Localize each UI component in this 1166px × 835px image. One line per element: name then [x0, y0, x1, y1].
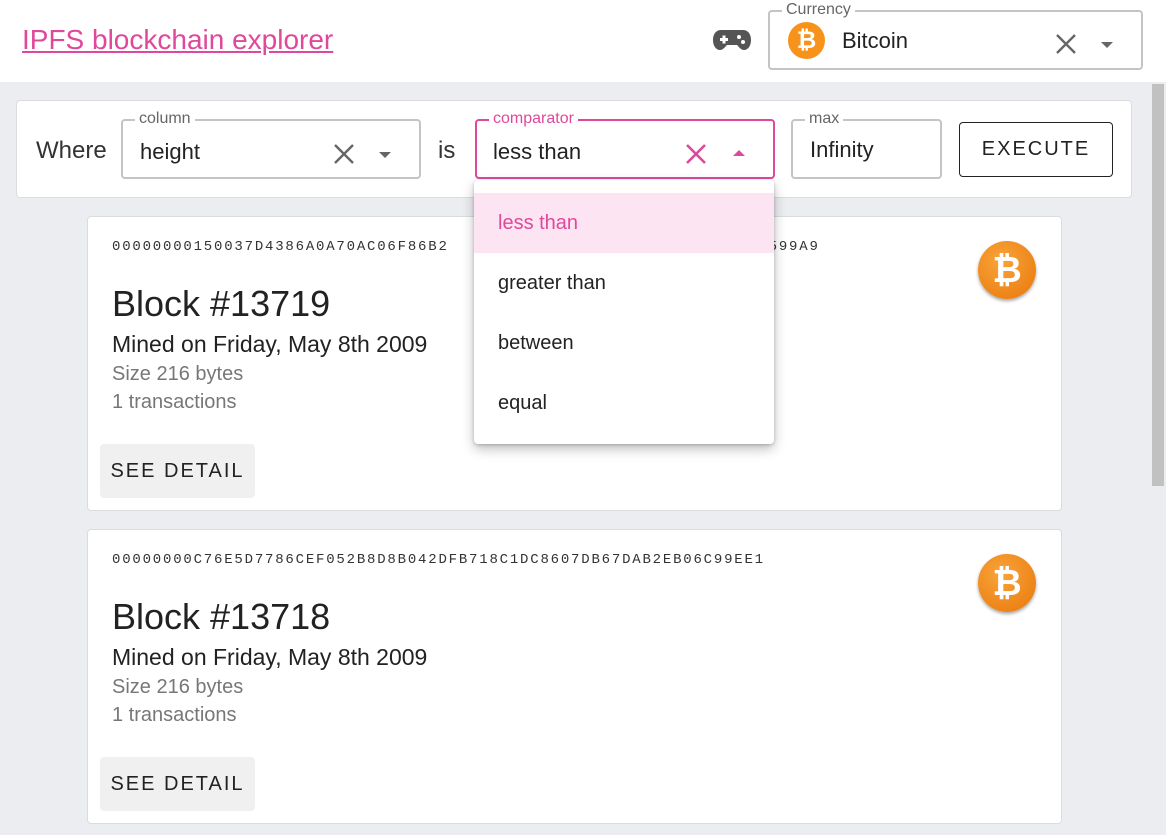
bitcoin-icon: ₿ [978, 554, 1036, 612]
block-size: Size 216 bytes [112, 676, 244, 698]
comparator-option-greater-than[interactable]: greater than [474, 253, 774, 313]
currency-select[interactable]: Currency ₿ Bitcoin [768, 0, 1143, 70]
comparator-menu: less than greater than between equal [474, 180, 774, 444]
max-field[interactable]: max Infinity [791, 109, 942, 179]
comparator-option-between[interactable]: between [474, 313, 774, 373]
gamepad-icon[interactable] [713, 28, 751, 52]
chevron-up-icon[interactable] [733, 150, 745, 156]
column-select[interactable]: column height [121, 109, 421, 179]
chevron-down-icon[interactable] [1101, 42, 1113, 48]
comparator-option-less-than[interactable]: less than [474, 193, 774, 253]
max-label: max [805, 109, 844, 129]
comparator-value: less than [493, 139, 582, 164]
block-transactions: 1 transactions [112, 704, 237, 726]
execute-button[interactable]: EXECUTE [959, 122, 1113, 177]
scrollbar-thumb[interactable] [1152, 84, 1164, 486]
currency-value: Bitcoin [842, 28, 909, 53]
comparator-option-equal[interactable]: equal [474, 373, 774, 433]
block-hash: 00000000C76E5D7786CEF052B8D8B042DFB718C1… [112, 552, 765, 568]
block-mined-date: Mined on Friday, May 8th 2009 [112, 331, 428, 357]
block-card: 00000000C76E5D7786CEF052B8D8B042DFB718C1… [87, 529, 1062, 824]
app-title-link[interactable]: IPFS blockchain explorer [22, 24, 333, 56]
chevron-down-icon[interactable] [379, 152, 391, 158]
block-title: Block #13719 [112, 283, 331, 324]
clear-currency-icon[interactable] [1055, 33, 1077, 55]
max-value[interactable]: Infinity [810, 137, 874, 163]
column-label: column [135, 109, 195, 129]
currency-label: Currency [782, 0, 855, 20]
see-detail-button[interactable]: SEE DETAIL [100, 444, 255, 498]
app-bar: IPFS blockchain explorer Currency ₿ Bitc… [0, 0, 1166, 82]
see-detail-button[interactable]: SEE DETAIL [100, 757, 255, 811]
block-transactions: 1 transactions [112, 391, 237, 413]
bitcoin-icon: ₿ [978, 241, 1036, 299]
comparator-select[interactable]: comparator less than [475, 109, 775, 179]
block-mined-date: Mined on Friday, May 8th 2009 [112, 644, 428, 670]
block-title: Block #13718 [112, 596, 331, 637]
where-label: Where [36, 137, 107, 164]
clear-comparator-icon[interactable] [685, 143, 707, 165]
bitcoin-icon: ₿ [788, 22, 825, 59]
clear-column-icon[interactable] [333, 143, 355, 165]
column-value: height [140, 139, 200, 164]
comparator-label: comparator [489, 109, 578, 129]
block-size: Size 216 bytes [112, 363, 244, 385]
is-label: is [438, 137, 456, 164]
